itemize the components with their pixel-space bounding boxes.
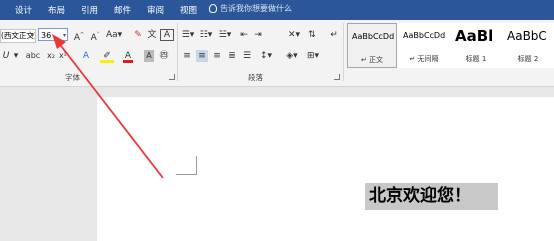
arrow-shaft: [57, 41, 164, 179]
arrow-head: [52, 34, 66, 49]
annotation-arrow: [52, 34, 164, 179]
